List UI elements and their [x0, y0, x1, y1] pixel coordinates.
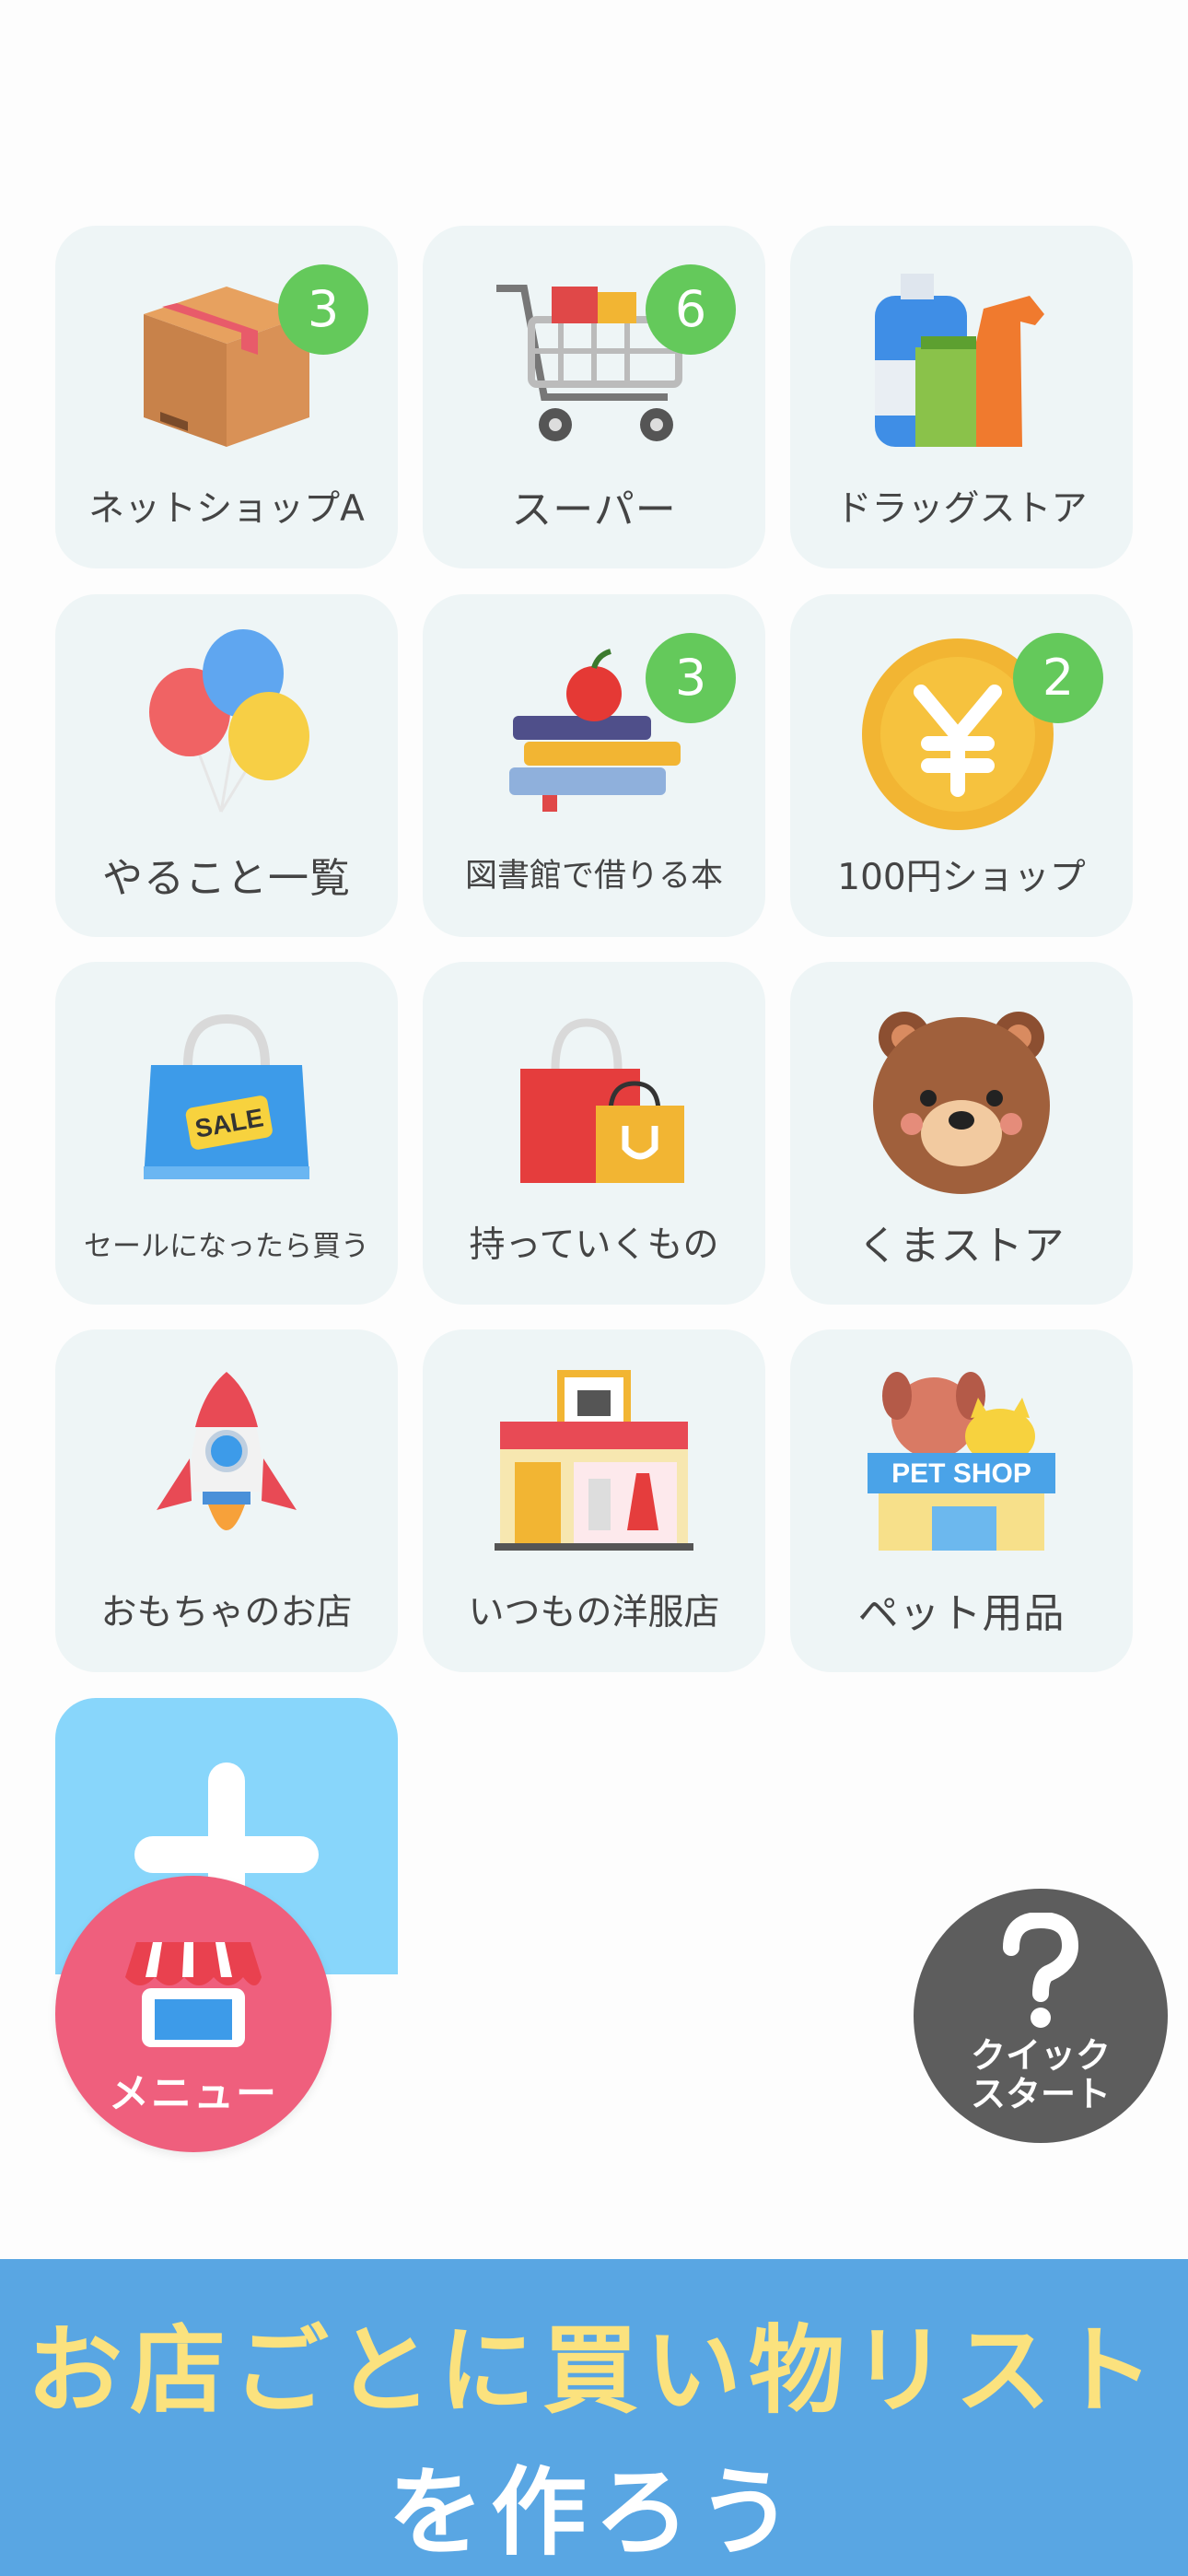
menu-button[interactable]: メニュー — [55, 1876, 332, 2152]
store-label: くまストア — [857, 1223, 1066, 1270]
store-label: ドラッグストア — [835, 488, 1088, 530]
item-count-badge: 2 — [1013, 633, 1103, 723]
store-label: 100円ショップ — [837, 857, 1086, 898]
store-tile-todo[interactable]: やること一覧 — [55, 594, 398, 937]
storefront-icon — [125, 1942, 262, 2047]
quick-start-button[interactable]: クイック スタート — [914, 1889, 1168, 2143]
store-label: ネットショップA — [88, 488, 365, 530]
item-count-badge: 3 — [278, 264, 368, 355]
store-label: ペット用品 — [857, 1590, 1066, 1637]
store-tile-pet-supplies[interactable]: PET SHOP ペット用品 — [790, 1329, 1133, 1672]
cleaning-bottles-icon — [875, 274, 1044, 447]
quick-start-label-line1: クイック — [970, 2035, 1111, 2076]
shopping-bags-icon — [520, 1018, 684, 1183]
sale-bag-icon: SALE — [144, 1013, 309, 1179]
promo-banner-line1: お店ごとに買い物リスト — [26, 2314, 1161, 2427]
item-count-badge: 3 — [646, 633, 736, 723]
quick-start-label-line2: スタート — [970, 2074, 1111, 2114]
balloons-icon — [149, 629, 309, 813]
store-tile-toy-store[interactable]: おもちゃのお店 — [55, 1329, 398, 1672]
rocket-icon — [157, 1372, 297, 1530]
clothing-store-icon — [495, 1370, 693, 1551]
store-tile-drugstore[interactable]: ドラッグストア — [790, 226, 1133, 568]
promo-banner: お店ごとに買い物リスト を作ろう — [0, 2259, 1188, 2576]
store-tile-supermarket[interactable]: 6 スーパー — [423, 226, 765, 568]
store-tile-things-to-bring[interactable]: 持っていくもの — [423, 962, 765, 1305]
store-tile-clothing-store[interactable]: いつもの洋服店 — [423, 1329, 765, 1672]
store-label: セールになったら買う — [84, 1230, 369, 1263]
store-label: やること一覧 — [102, 855, 351, 902]
store-label: スーパー — [511, 486, 677, 533]
pet-shop-sign-text: PET SHOP — [891, 1458, 1031, 1489]
store-tile-net-shop-a[interactable]: 3 ネットショップA — [55, 226, 398, 568]
store-label: 図書館で借りる本 — [464, 858, 723, 895]
store-label: いつもの洋服店 — [468, 1592, 720, 1633]
store-label: 持っていくもの — [469, 1224, 719, 1266]
bear-face-icon — [873, 1012, 1050, 1194]
menu-label: メニュー — [109, 2070, 278, 2117]
pet-shop-icon: PET SHOP — [868, 1372, 1055, 1551]
store-tile-library-books[interactable]: 3 図書館で借りる本 — [423, 594, 765, 937]
store-tile-bear-store[interactable]: くまストア — [790, 962, 1133, 1305]
promo-banner-line2: を作ろう — [387, 2456, 800, 2569]
store-label: おもちゃのお店 — [100, 1592, 353, 1633]
quick-start-label: クイック スタート — [914, 2036, 1168, 2113]
store-tile-buy-on-sale[interactable]: SALE セールになったら買う — [55, 962, 398, 1305]
store-tile-100yen-shop[interactable]: 2 100円ショップ — [790, 594, 1133, 937]
question-mark-icon — [1003, 1913, 1079, 2028]
item-count-badge: 6 — [646, 264, 736, 355]
